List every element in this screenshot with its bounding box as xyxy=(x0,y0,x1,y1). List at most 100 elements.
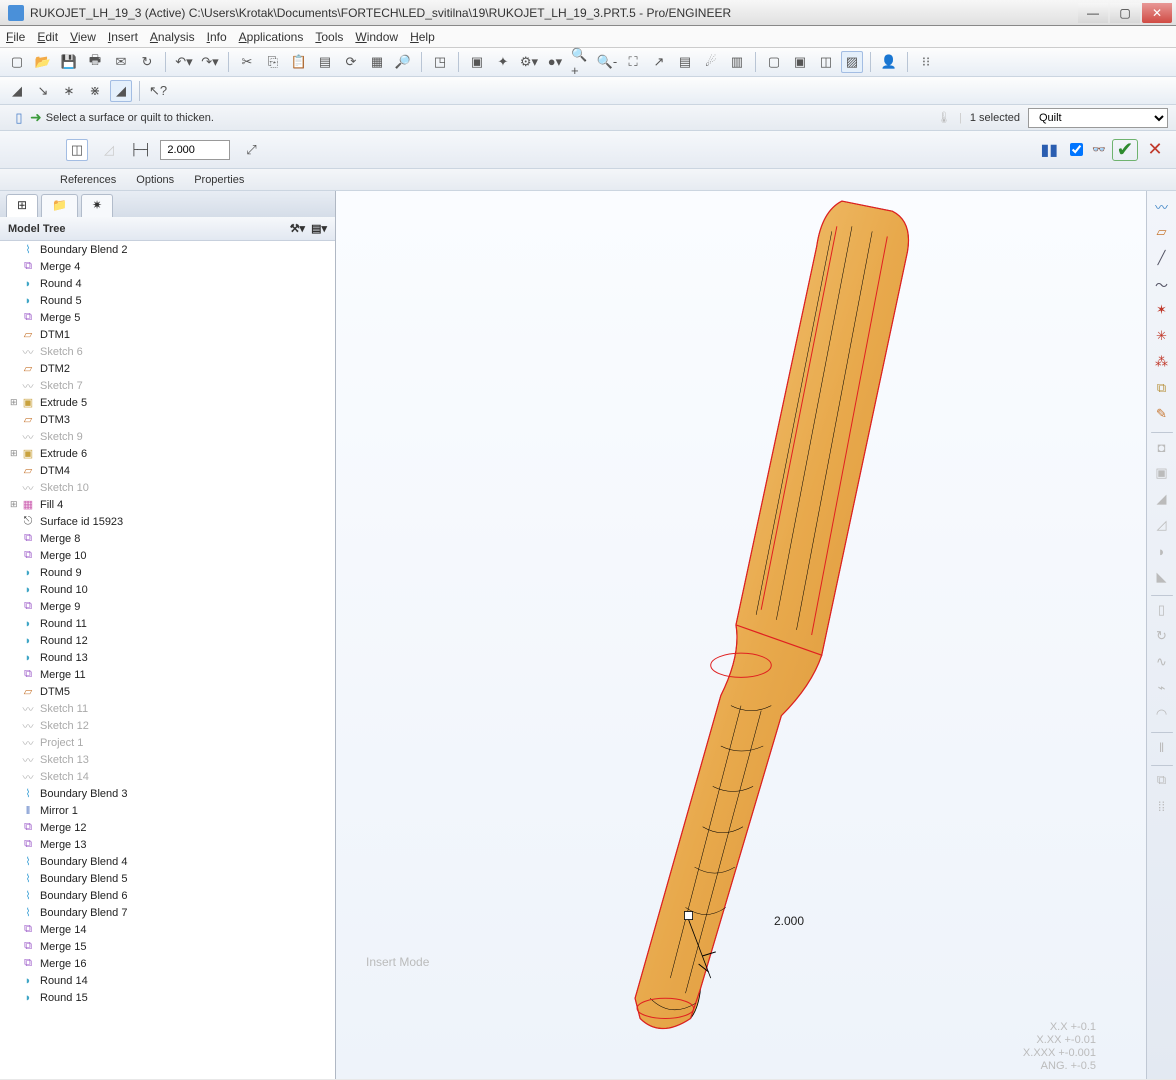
dashtab-properties[interactable]: Properties xyxy=(194,174,244,186)
draft-tool-icon[interactable]: ◿ xyxy=(1150,514,1174,536)
tree-item[interactable]: 〰Project 1 xyxy=(0,734,335,751)
reframe-icon[interactable]: ↗ xyxy=(648,51,670,73)
tree-item[interactable]: 〰Sketch 10 xyxy=(0,479,335,496)
tree-item[interactable]: ⧉Merge 8 xyxy=(0,530,335,547)
cut-icon[interactable]: ✂ xyxy=(236,51,258,73)
tree-item[interactable]: ⊞▣Extrude 5 xyxy=(0,394,335,411)
tree-item[interactable]: ⧉Merge 15 xyxy=(0,938,335,955)
thicken-surface-icon[interactable]: ◫ xyxy=(66,139,88,161)
mirror-tool-icon[interactable]: ‖ xyxy=(1150,736,1174,758)
saved-view-icon[interactable]: ▤ xyxy=(674,51,696,73)
tab-model-tree[interactable]: ⊞ xyxy=(6,194,38,217)
hidden-icon[interactable]: ▣ xyxy=(789,51,811,73)
copy-icon[interactable]: ⎘ xyxy=(262,51,284,73)
tree-item[interactable]: ⌇Boundary Blend 6 xyxy=(0,887,335,904)
tree-item[interactable]: 〰Sketch 9 xyxy=(0,428,335,445)
round-tool-icon[interactable]: ◗ xyxy=(1150,540,1174,562)
tree-item[interactable]: 〰Sketch 12 xyxy=(0,717,335,734)
tree-item[interactable]: ⌇Boundary Blend 5 xyxy=(0,870,335,887)
chain-tool-icon[interactable]: ⧉ xyxy=(1150,377,1174,399)
chamfer-tool-icon[interactable]: ◣ xyxy=(1150,566,1174,588)
tree-item[interactable]: ⌇Boundary Blend 4 xyxy=(0,853,335,870)
menu-help[interactable]: Help xyxy=(410,30,435,44)
shell-tool-icon[interactable]: ▣ xyxy=(1150,462,1174,484)
orient-icon[interactable]: ⚙▾ xyxy=(518,51,540,73)
preview-checkbox[interactable] xyxy=(1070,143,1083,156)
glasses-icon[interactable]: 👓 xyxy=(1092,143,1106,156)
menu-info[interactable]: Info xyxy=(207,30,227,44)
datum-curve-icon[interactable]: ◢ xyxy=(110,80,132,102)
tree-item[interactable]: 〰Sketch 6 xyxy=(0,343,335,360)
curve-tool-icon[interactable]: ～ xyxy=(1150,273,1174,295)
tree-show-icon[interactable]: ▤▾ xyxy=(311,222,327,235)
layers-icon[interactable]: ☄ xyxy=(700,51,722,73)
plane-tool-icon[interactable]: ▱ xyxy=(1150,221,1174,243)
axis-tool-icon[interactable]: ╱ xyxy=(1150,247,1174,269)
pattern-tool-icon[interactable]: ⁞⁞ xyxy=(1150,795,1174,817)
thicken-both-icon[interactable]: ◿ xyxy=(98,139,120,161)
print-icon[interactable]: 🖶 xyxy=(84,51,106,73)
swept-blend-icon[interactable]: ◠ xyxy=(1150,703,1174,725)
tree-item[interactable]: 〰Sketch 11 xyxy=(0,700,335,717)
tree-item[interactable]: ⊞▦Fill 4 xyxy=(0,496,335,513)
tree-item[interactable]: ⊞▣Extrude 6 xyxy=(0,445,335,462)
clipboard-icon[interactable]: ▤ xyxy=(314,51,336,73)
rib-tool-icon[interactable]: ◢ xyxy=(1150,488,1174,510)
open-icon[interactable]: 📂 xyxy=(32,51,54,73)
filter-select[interactable]: Quilt xyxy=(1028,108,1168,128)
tree-item[interactable]: ◗Round 12 xyxy=(0,632,335,649)
tree-item[interactable]: ⧉Merge 9 xyxy=(0,598,335,615)
refresh-icon[interactable]: ↻ xyxy=(136,51,158,73)
help-cursor-icon[interactable]: ↖? xyxy=(147,80,169,102)
save-icon[interactable]: 💾 xyxy=(58,51,80,73)
close-button[interactable]: ✕ xyxy=(1142,3,1172,23)
tree-item[interactable]: ▱DTM5 xyxy=(0,683,335,700)
tree-item[interactable]: ⧉Merge 12 xyxy=(0,819,335,836)
tree-item[interactable]: 〰Sketch 13 xyxy=(0,751,335,768)
menu-edit[interactable]: Edit xyxy=(37,30,58,44)
tree-item[interactable]: ◗Round 4 xyxy=(0,275,335,292)
dashboard-toggle-icon[interactable]: ▯ xyxy=(8,107,30,129)
csys-tool-icon[interactable]: ⁂ xyxy=(1150,351,1174,373)
maximize-button[interactable]: ▢ xyxy=(1110,3,1140,23)
extrude-tool-icon[interactable]: ▯ xyxy=(1150,599,1174,621)
menu-tools[interactable]: Tools xyxy=(315,30,343,44)
blend-tool-icon[interactable]: ⌁ xyxy=(1150,677,1174,699)
hole-tool-icon[interactable]: ◘ xyxy=(1150,436,1174,458)
find-icon[interactable]: 🔎 xyxy=(392,51,414,73)
tree-settings-icon[interactable]: ⚒▾ xyxy=(290,222,305,235)
menu-file[interactable]: File xyxy=(6,30,25,44)
pattern-icon[interactable]: ▦ xyxy=(366,51,388,73)
zoom-fit-icon[interactable]: ⛶ xyxy=(622,51,644,73)
tree-item[interactable]: ⎋Surface id 15923 xyxy=(0,513,335,530)
nohidden-icon[interactable]: ◫ xyxy=(815,51,837,73)
menu-applications[interactable]: Applications xyxy=(239,30,304,44)
tree-item[interactable]: 〰Sketch 14 xyxy=(0,768,335,785)
revolve-tool-icon[interactable]: ↻ xyxy=(1150,625,1174,647)
shade-icon[interactable]: ▨ xyxy=(841,51,863,73)
sketch-tool-icon[interactable]: 〰 xyxy=(1150,195,1174,217)
tree-item[interactable]: ⌇Boundary Blend 3 xyxy=(0,785,335,802)
dashtab-options[interactable]: Options xyxy=(136,174,174,186)
zoom-out-icon[interactable]: 🔍- xyxy=(596,51,618,73)
menu-analysis[interactable]: Analysis xyxy=(150,30,195,44)
menu-window[interactable]: Window xyxy=(355,30,398,44)
flip-icon[interactable]: ⤢ xyxy=(240,139,262,161)
model-tree[interactable]: ⌇Boundary Blend 2⧉Merge 4◗Round 4◗Round … xyxy=(0,241,335,1079)
tree-item[interactable]: ⧉Merge 10 xyxy=(0,547,335,564)
tree-item[interactable]: ◗Round 5 xyxy=(0,292,335,309)
tree-item[interactable]: ⌇Boundary Blend 2 xyxy=(0,241,335,258)
undo-icon[interactable]: ↶▾ xyxy=(173,51,195,73)
tree-item[interactable]: ◗Round 13 xyxy=(0,649,335,666)
appearance-icon[interactable]: ●▾ xyxy=(544,51,566,73)
wire-icon[interactable]: ▢ xyxy=(763,51,785,73)
view-icon[interactable]: ▣ xyxy=(466,51,488,73)
mail-icon[interactable]: ✉ xyxy=(110,51,132,73)
tree-item[interactable]: ◗Round 11 xyxy=(0,615,335,632)
tree-item[interactable]: ◗Round 14 xyxy=(0,972,335,989)
point2-tool-icon[interactable]: ✳ xyxy=(1150,325,1174,347)
tree-item[interactable]: ◗Round 10 xyxy=(0,581,335,598)
minimize-button[interactable]: — xyxy=(1078,3,1108,23)
tree-item[interactable]: ‖Mirror 1 xyxy=(0,802,335,819)
redo-icon[interactable]: ↷▾ xyxy=(199,51,221,73)
